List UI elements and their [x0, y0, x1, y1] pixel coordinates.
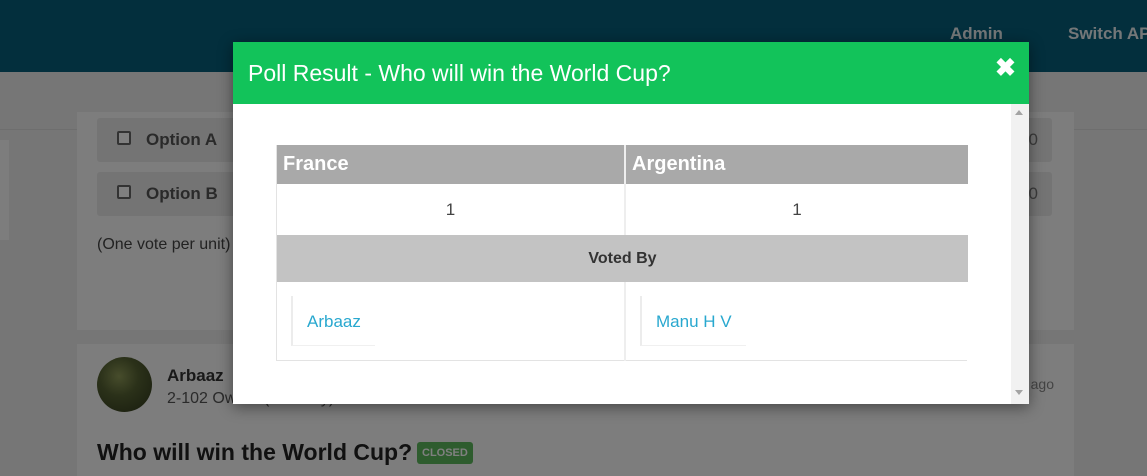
poll-result-modal: Poll Result - Who will win the World Cup… [233, 42, 1029, 404]
result-header-france: France [277, 145, 624, 184]
voted-by-header: Voted By [277, 235, 968, 282]
modal-title: Poll Result - Who will win the World Cup… [248, 60, 671, 86]
close-icon[interactable]: ✖ [995, 56, 1016, 81]
voter-link[interactable]: Manu H V [640, 296, 746, 346]
modal-header: Poll Result - Who will win the World Cup… [233, 42, 1029, 104]
scroll-down-arrow[interactable] [1015, 390, 1023, 395]
voter-link[interactable]: Arbaaz [291, 296, 375, 346]
modal-scrollbar[interactable] [1011, 104, 1029, 404]
scroll-up-arrow[interactable] [1015, 110, 1023, 115]
result-header-argentina: Argentina [626, 145, 968, 184]
results-table: France Argentina 1 1 Voted By Arbaaz Man… [276, 145, 968, 361]
vote-count-france: 1 [277, 184, 624, 235]
vote-count-argentina: 1 [626, 184, 968, 235]
modal-body: France Argentina 1 1 Voted By Arbaaz Man… [233, 104, 1029, 404]
